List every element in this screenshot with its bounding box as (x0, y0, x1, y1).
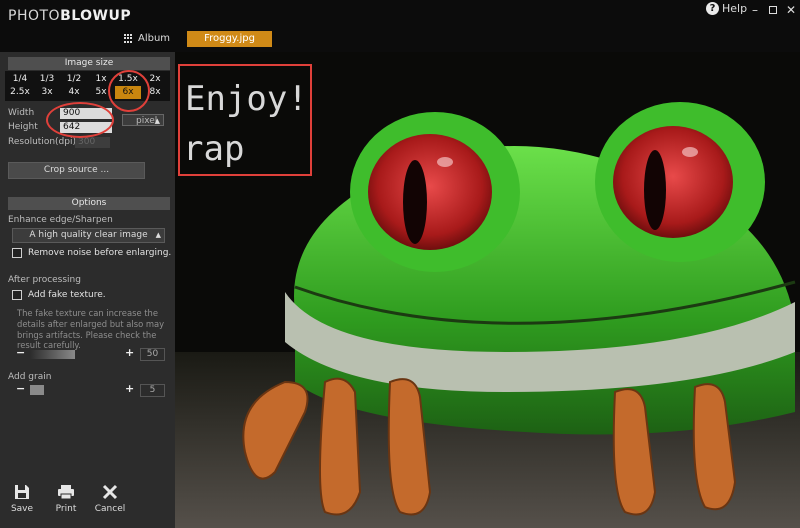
cancel-button[interactable]: Cancel (90, 484, 130, 514)
app-logo: PHOTOBLOWUP (8, 8, 131, 24)
enhance-label: Enhance edge/Sharpen (8, 215, 113, 225)
app-title-part1: PHOTO (8, 8, 61, 24)
help-icon: ? (706, 2, 719, 15)
tab-album-label: Album (138, 33, 171, 44)
help-label: Help (722, 2, 748, 15)
annotation-circle-dimensions (46, 102, 114, 138)
fake-texture-description: The fake texture can increase the detail… (17, 308, 165, 351)
annotation-box-text (178, 64, 312, 176)
grain-plus-button[interactable]: + (125, 382, 134, 395)
tab-album[interactable]: Album (124, 33, 170, 44)
bottom-toolbar: Save Print Cancel (0, 477, 175, 528)
maximize-button[interactable] (766, 3, 780, 17)
title-bar: PHOTOBLOWUP ? Help – ✕ Album Froggy.jpg (0, 0, 800, 52)
texture-minus-button[interactable]: − (16, 346, 25, 359)
print-icon (58, 485, 74, 500)
zoom-option[interactable]: 1/3 (34, 73, 60, 86)
texture-value[interactable]: 50 (140, 348, 165, 361)
enhance-select[interactable]: A high quality clear image ▲ (12, 228, 165, 243)
texture-plus-button[interactable]: + (125, 346, 134, 359)
grain-value[interactable]: 5 (140, 384, 165, 397)
fake-texture-label: Add fake texture. (28, 290, 106, 300)
maximize-icon (769, 6, 777, 14)
unit-select[interactable]: pixel ▲ (122, 114, 164, 126)
remove-noise-label: Remove noise before enlarging. (28, 248, 172, 258)
cancel-label: Cancel (94, 504, 126, 514)
image-size-header: Image size (8, 57, 170, 70)
resolution-label: Resolution(dpi) (8, 137, 76, 147)
annotation-circle-zoom (108, 70, 150, 112)
minimize-icon: – (752, 3, 758, 17)
crop-source-button[interactable]: Crop source ... (8, 162, 145, 179)
after-processing-label: After processing (8, 275, 81, 285)
album-grid-icon (124, 33, 134, 44)
dropdown-arrow-icon: ▲ (154, 117, 160, 125)
cancel-icon (102, 484, 118, 500)
width-label: Width (8, 108, 35, 118)
zoom-option[interactable]: 3x (34, 86, 60, 99)
zoom-option[interactable]: 1/4 (7, 73, 33, 86)
dropdown-arrow-icon: ▲ (155, 231, 161, 239)
save-icon (15, 485, 29, 499)
texture-slider[interactable] (30, 350, 75, 359)
options-header: Options (8, 197, 170, 210)
close-icon: ✕ (785, 3, 797, 17)
save-button[interactable]: Save (2, 484, 42, 514)
tab-file[interactable]: Froggy.jpg (187, 31, 272, 47)
resolution-input[interactable]: 300 (75, 137, 110, 148)
help-button[interactable]: ? Help (706, 2, 747, 15)
enhance-select-value: A high quality clear image (29, 230, 148, 240)
minimize-button[interactable]: – (748, 3, 762, 17)
zoom-option[interactable]: 1/2 (61, 73, 87, 86)
fake-texture-checkbox[interactable] (12, 290, 22, 300)
grain-slider[interactable] (30, 385, 44, 395)
close-window-button[interactable]: ✕ (784, 3, 798, 17)
save-label: Save (10, 504, 34, 514)
grain-minus-button[interactable]: − (16, 382, 25, 395)
add-grain-label: Add grain (8, 372, 52, 382)
app-title-part2: BLOWUP (60, 8, 132, 24)
remove-noise-checkbox[interactable] (12, 248, 22, 258)
zoom-option[interactable]: 4x (61, 86, 87, 99)
print-button[interactable]: Print (46, 484, 86, 514)
print-label: Print (55, 504, 77, 514)
zoom-option[interactable]: 2.5x (7, 86, 33, 99)
height-label: Height (8, 122, 38, 132)
